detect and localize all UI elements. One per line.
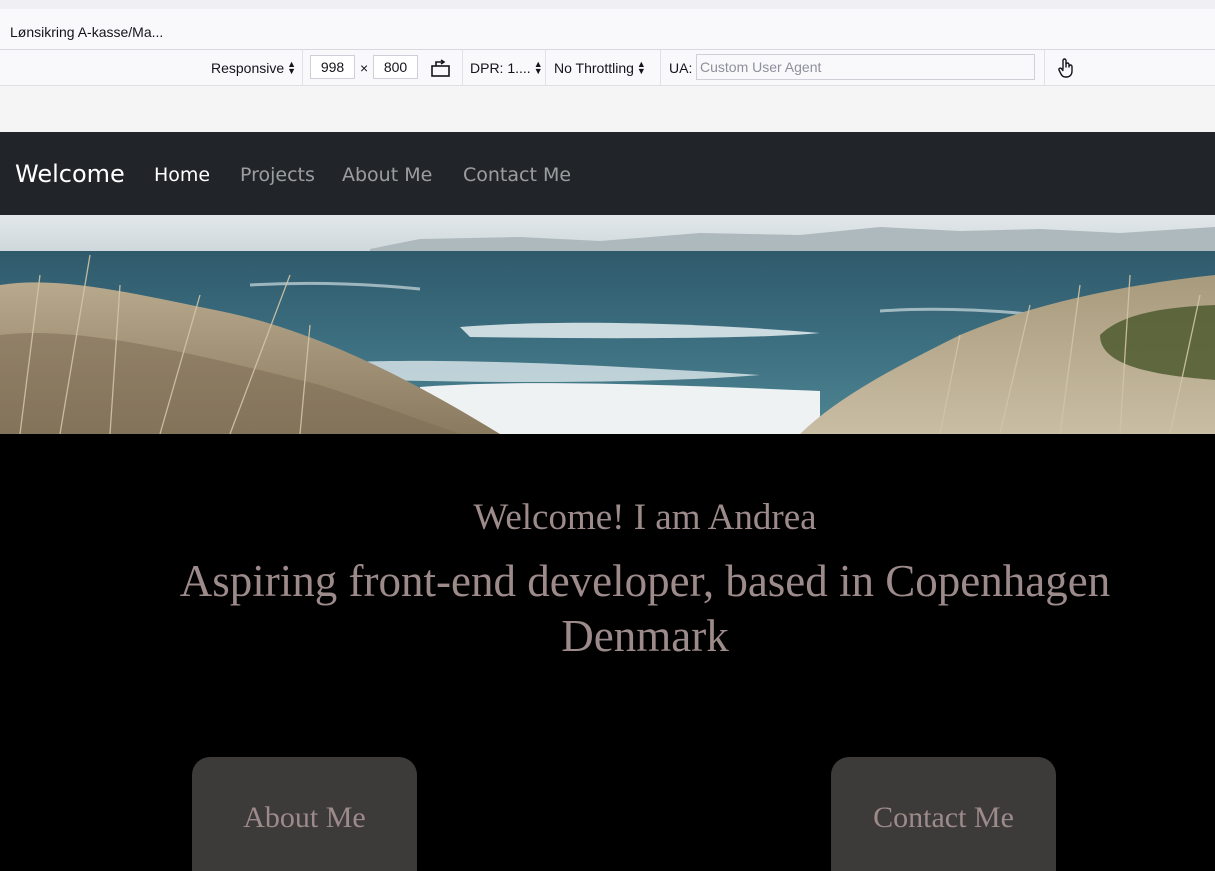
user-agent-input[interactable]: [696, 54, 1035, 80]
page-viewport: Welcome Home Projects About Me Contact M…: [0, 132, 1215, 871]
welcome-heading: Welcome! I am Andrea: [473, 497, 817, 538]
touch-hand-icon: [1058, 57, 1073, 78]
site-navbar: Welcome Home Projects About Me Contact M…: [0, 132, 1215, 215]
rotate-viewport-button[interactable]: [430, 50, 452, 85]
dpr-label: DPR: 1....: [470, 59, 531, 76]
ua-label: UA:: [669, 50, 692, 85]
dpr-selector[interactable]: DPR: 1.... ▲ ▼: [470, 50, 543, 85]
seaside-illustration: [0, 215, 1215, 434]
ua-label-text: UA:: [669, 59, 693, 76]
throttling-selector[interactable]: No Throttling ▲ ▼: [554, 50, 646, 85]
divider: [660, 50, 661, 85]
nav-link-contact[interactable]: Contact Me: [463, 164, 571, 186]
responsive-design-toolbar: Responsive ▲ ▼ 998 × 800 DPR: 1.... ▲ ▼ No…: [0, 50, 1215, 86]
contact-me-button[interactable]: Contact Me: [831, 757, 1056, 871]
times-sign: ×: [360, 50, 368, 85]
nav-link-home[interactable]: Home: [154, 164, 210, 186]
updown-arrows-icon: ▲ ▼: [533, 58, 543, 76]
viewport-width-input[interactable]: 998: [310, 55, 355, 79]
touch-simulation-button[interactable]: [1056, 50, 1076, 85]
rotate-icon: [431, 58, 450, 77]
browser-tab-bar: Lønsikring A-kasse/Ma...: [0, 9, 1215, 50]
divider: [1044, 50, 1045, 85]
about-me-button-label: About Me: [243, 801, 366, 834]
tab-title[interactable]: Lønsikring A-kasse/Ma...: [10, 24, 163, 40]
hero-image: [0, 215, 1215, 434]
about-me-button[interactable]: About Me: [192, 757, 417, 871]
nav-link-projects[interactable]: Projects: [240, 164, 315, 186]
tagline-heading: Aspiring front-end developer, based in C…: [179, 556, 1111, 661]
contact-me-button-label: Contact Me: [873, 801, 1014, 834]
updown-arrows-icon: ▲ ▼: [636, 58, 646, 76]
times-sign-text: ×: [360, 59, 369, 76]
throttling-label: No Throttling: [554, 59, 634, 76]
viewport-gutter: [0, 86, 1215, 132]
divider: [545, 50, 546, 85]
divider: [462, 50, 463, 85]
device-selector-label: Responsive: [211, 59, 285, 76]
updown-arrows-icon: ▲ ▼: [287, 58, 297, 76]
viewport-height-input[interactable]: 800: [373, 55, 418, 79]
nav-link-about[interactable]: About Me: [342, 164, 432, 186]
navbar-brand[interactable]: Welcome: [15, 160, 125, 188]
divider: [302, 50, 303, 85]
device-selector[interactable]: Responsive ▲ ▼: [211, 50, 296, 85]
browser-top-strip: [0, 0, 1215, 9]
